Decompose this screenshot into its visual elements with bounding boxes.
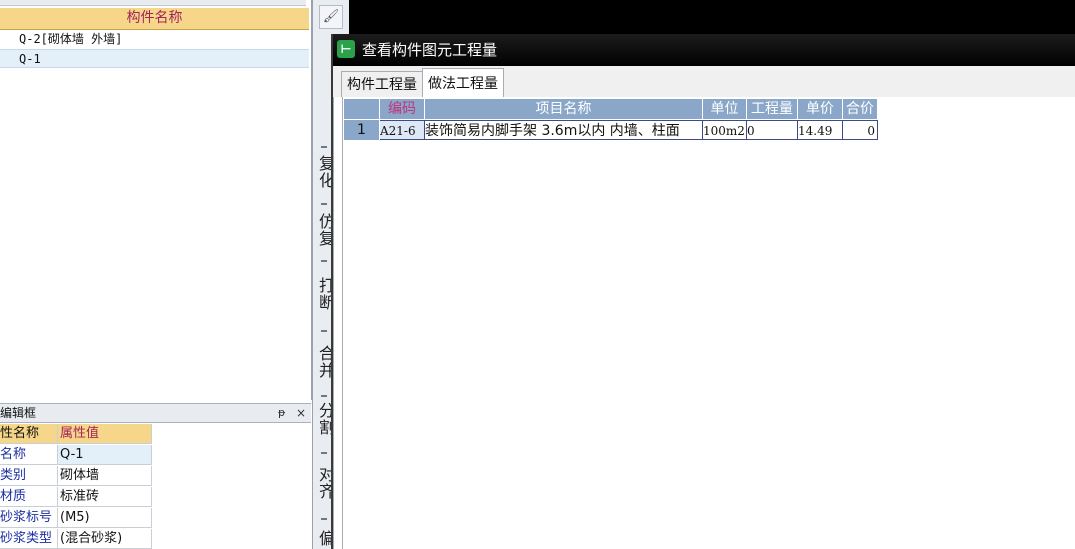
grid-header-total-price[interactable]: 合价 <box>843 99 878 119</box>
component-name-header[interactable]: 构件名称 <box>0 8 309 30</box>
property-name: 名称 <box>0 445 58 465</box>
grid-cell-unit[interactable]: 100m2 <box>703 120 747 140</box>
grid-cell-item-name[interactable]: 装饰简易内脚手架 3.6m以内 内墙、柱面 <box>425 120 703 140</box>
list-item[interactable]: Q-2[砌体墙 外墙] <box>0 30 309 49</box>
grid-header-item-name[interactable]: 项目名称 <box>425 99 703 119</box>
grid-header-code[interactable]: 编码 <box>380 99 425 119</box>
close-icon[interactable]: × <box>296 404 306 422</box>
grid-header-quantity[interactable]: 工程量 <box>747 99 798 119</box>
grid-header-unit-price[interactable]: 单价 <box>798 99 843 119</box>
property-editor-titlebar: 编辑框 ᵽ × <box>0 403 311 423</box>
toolbar-separator <box>321 146 327 148</box>
property-name-header: 性名称 <box>0 424 58 444</box>
property-value[interactable]: (混合砂浆) <box>58 529 152 549</box>
property-value[interactable]: 标准砖 <box>58 487 152 507</box>
tab-method-quantity[interactable]: 做法工程量 <box>422 68 504 98</box>
property-value[interactable]: (M5) <box>58 508 152 528</box>
tab-content: 编码 项目名称 单位 工程量 单价 合价 1 A21-6 装饰简易内脚手架 3.… <box>333 97 1075 549</box>
property-name: 类别 <box>0 466 58 486</box>
grid-cell-unit-price[interactable]: 14.49 <box>798 120 843 140</box>
property-table: 性名称 属性值 名称 Q-1 类别 砌体墙 材质 标准砖 砂浆标号 (M5) 砂… <box>0 424 311 549</box>
brush-icon[interactable]: 🖌 <box>319 5 343 29</box>
grid-cell-total-price[interactable]: 0 <box>843 120 878 140</box>
toolbar-separator <box>321 395 327 397</box>
tab-strip: 构件工程量 做法工程量 <box>333 66 1075 98</box>
tab-component-quantity[interactable]: 构件工程量 <box>341 71 423 97</box>
toolbar-separator <box>321 518 327 520</box>
list-item-selected[interactable]: Q-1 <box>0 49 309 68</box>
toolbar-separator <box>321 260 327 262</box>
pin-icon[interactable]: ᵽ <box>278 404 285 422</box>
toolbar-separator <box>321 330 327 332</box>
property-value[interactable]: Q-1 <box>58 445 152 465</box>
property-value-header: 属性值 <box>58 424 152 444</box>
horizontal-scrollbar[interactable] <box>0 0 306 6</box>
drawing-canvas-background <box>349 0 1075 36</box>
quantity-dialog: ⊢ 查看构件图元工程量 构件工程量 做法工程量 编码 项目名称 单位 工程量 单… <box>331 34 1075 549</box>
grid-cell-quantity[interactable]: 0 <box>747 120 798 140</box>
property-name: 砂浆类型 <box>0 529 58 549</box>
property-name: 材质 <box>0 487 58 507</box>
dialog-titlebar[interactable]: ⊢ 查看构件图元工程量 <box>333 34 1075 66</box>
grid-cell-code[interactable]: A21-6 <box>380 120 425 140</box>
grid-header-index <box>344 99 380 119</box>
property-name: 砂浆标号 <box>0 508 58 528</box>
property-value[interactable]: 砌体墙 <box>58 466 152 486</box>
app-icon: ⊢ <box>337 40 355 58</box>
toolbar-separator <box>321 452 327 454</box>
property-editor-title: 编辑框 <box>0 406 37 420</box>
grid-row-index[interactable]: 1 <box>344 120 380 140</box>
dialog-title: 查看构件图元工程量 <box>362 41 498 59</box>
toolbar-separator <box>321 203 327 205</box>
content-border <box>342 97 343 549</box>
component-list-panel: 构件名称 Q-2[砌体墙 外墙] Q-1 <box>0 0 312 400</box>
grid-header-unit[interactable]: 单位 <box>703 99 747 119</box>
